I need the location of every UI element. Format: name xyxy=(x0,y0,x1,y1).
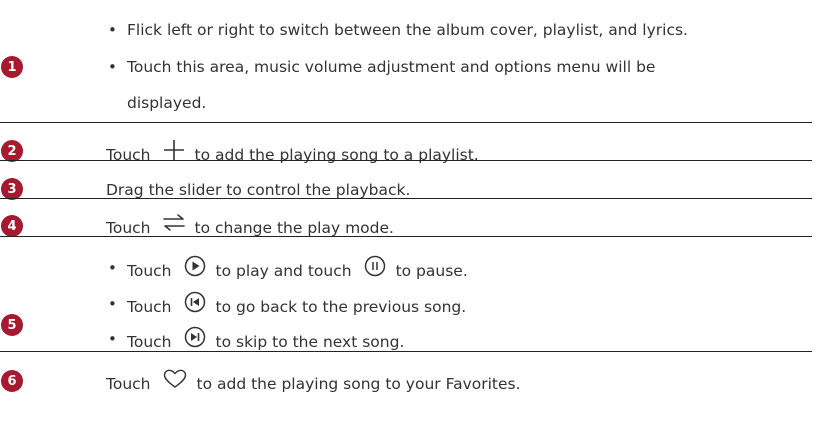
plus-icon xyxy=(163,139,185,166)
callout-badge-3: 3 xyxy=(1,178,23,200)
heart-icon xyxy=(163,369,187,394)
row-divider xyxy=(0,198,812,199)
row-1-bullet-1: Flick left or right to switch between th… xyxy=(127,21,688,39)
row-divider xyxy=(0,160,812,161)
callout-badge-2: 2 xyxy=(1,140,23,162)
bullet-dot: • xyxy=(108,259,117,277)
music-player-legend: 1 • Flick left or right to switch betwee… xyxy=(0,0,817,438)
row-divider xyxy=(0,351,812,352)
row-divider xyxy=(0,122,812,123)
row-1-bullet-2: Touch this area, music volume adjustment… xyxy=(127,58,656,76)
row-divider xyxy=(0,236,812,237)
callout-badge-1: 1 xyxy=(1,56,23,78)
row-6-text: Touch to add the playing song to your Fav… xyxy=(106,369,521,397)
callout-badge-5: 5 xyxy=(1,314,23,336)
row-2-text: Touch to add the playing song to a playli… xyxy=(106,139,479,169)
row-3-text: Drag the slider to control the playback. xyxy=(106,181,411,199)
pause-icon xyxy=(364,255,386,282)
bullet-dot: • xyxy=(108,295,117,313)
row-5-bullet-2: Touch to go back to the previous song. xyxy=(127,291,466,321)
previous-icon xyxy=(184,291,206,318)
play-mode-icon xyxy=(162,214,185,237)
play-icon xyxy=(184,255,206,282)
next-icon xyxy=(184,326,206,353)
bullet-dot: • xyxy=(108,58,117,76)
callout-badge-6: 6 xyxy=(1,370,23,392)
row-1-bullet-2-cont: displayed. xyxy=(127,94,207,112)
bullet-dot: • xyxy=(108,21,117,39)
row-5-bullet-1: Touch to play and touch to pause. xyxy=(127,255,468,285)
bullet-dot: • xyxy=(108,330,117,348)
callout-badge-4: 4 xyxy=(1,215,23,237)
